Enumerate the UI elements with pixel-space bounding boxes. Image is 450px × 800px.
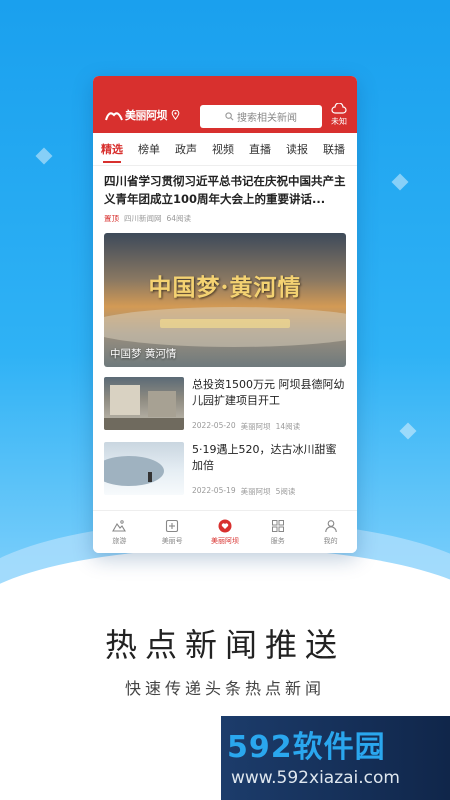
- list-item[interactable]: 总投资1500万元 阿坝县德阿幼儿园扩建项目开工 2022-05-20 美丽阿坝…: [104, 377, 346, 432]
- category-tabs: 精选 榜单 政声 视频 直播 读报 联播: [93, 133, 357, 166]
- weather-widget[interactable]: 未知: [327, 103, 351, 127]
- news-thumbnail: [104, 442, 184, 495]
- news-meta: 2022-05-20 美丽阿坝 14阅读: [192, 421, 346, 432]
- featured-banner[interactable]: 中国梦·黄河情 中国梦 黄河情: [104, 233, 346, 367]
- pinned-badge: 置顶: [104, 214, 119, 223]
- tab-jingxuan[interactable]: 精选: [101, 141, 123, 163]
- headline-meta: 置顶 四川新闻网 64阅读: [104, 213, 346, 224]
- news-meta: 2022-05-19 美丽阿坝 5阅读: [192, 486, 346, 497]
- search-input[interactable]: 搜索相关新闻: [200, 105, 322, 128]
- list-item[interactable]: 5·19遇上520，达古冰川甜蜜加倍 2022-05-19 美丽阿坝 5阅读: [104, 442, 346, 497]
- nav-label: 服务: [270, 536, 285, 545]
- phone-screen: 美丽阿坝 搜索相关新闻 未知 精选 榜单 政声 视频 直播 读报 联播 四川省学…: [93, 76, 357, 553]
- nav-item-meiliaba[interactable]: 美丽阿坝: [199, 511, 252, 553]
- heart-icon: [218, 519, 232, 532]
- tab-lianbo[interactable]: 联播: [323, 141, 345, 157]
- watermark-brand: 592软件园: [227, 730, 386, 765]
- grid-icon: [271, 519, 284, 532]
- bottom-nav: 旅游 美丽号 美丽阿坝 服务 我的: [93, 510, 357, 553]
- news-body: 5·19遇上520，达古冰川甜蜜加倍 2022-05-19 美丽阿坝 5阅读: [192, 442, 346, 497]
- diamond-decoration: [35, 147, 53, 165]
- tab-shipin[interactable]: 视频: [212, 141, 234, 157]
- headline-reads: 64阅读: [166, 214, 192, 223]
- banner-caption: 中国梦 黄河情: [110, 348, 177, 360]
- search-icon: [225, 112, 234, 121]
- logo-icon: [105, 112, 123, 121]
- news-thumbnail: [104, 377, 184, 430]
- news-title: 总投资1500万元 阿坝县德阿幼儿园扩建项目开工: [192, 378, 345, 407]
- user-icon: [324, 519, 337, 532]
- plus-box-icon: [166, 519, 179, 532]
- headline-title: 四川省学习贯彻习近平总书记在庆祝中国共产主义青年团成立100周年大会上的重要讲话…: [104, 174, 346, 206]
- headline-source: 四川新闻网: [124, 214, 162, 223]
- nav-item-wode[interactable]: 我的: [304, 511, 357, 553]
- promo-title: 热点新闻推送: [104, 626, 345, 664]
- news-reads: 5阅读: [275, 487, 296, 496]
- news-reads: 14阅读: [275, 422, 301, 431]
- news-date: 2022-05-19: [192, 486, 236, 495]
- news-title: 5·19遇上520，达古冰川甜蜜加倍: [192, 443, 337, 472]
- search-placeholder: 搜索相关新闻: [237, 113, 297, 124]
- site-watermark: 592软件园 www.592xiazai.com: [221, 716, 450, 800]
- tab-zhibo[interactable]: 直播: [249, 141, 271, 157]
- nav-label: 美丽阿坝: [210, 536, 239, 545]
- headline-article[interactable]: 四川省学习贯彻习近平总书记在庆祝中国共产主义青年团成立100周年大会上的重要讲话…: [93, 166, 357, 224]
- nav-label: 旅游: [112, 536, 127, 545]
- weather-text: 未知: [331, 117, 347, 126]
- nav-item-meilihao[interactable]: 美丽号: [146, 511, 199, 553]
- diamond-decoration: [399, 422, 417, 440]
- banner-art-text: 中国梦·黄河情: [148, 274, 302, 301]
- diamond-decoration: [391, 173, 409, 191]
- promo-subtitle: 快速传递头条热点新闻: [124, 679, 325, 698]
- news-date: 2022-05-20: [192, 421, 236, 430]
- nav-item-fuwu[interactable]: 服务: [251, 511, 304, 553]
- tab-dubao[interactable]: 读报: [286, 141, 308, 157]
- tab-bangdan[interactable]: 榜单: [138, 141, 160, 157]
- nav-label: 美丽号: [161, 536, 183, 545]
- tab-zhengsheng[interactable]: 政声: [175, 141, 197, 157]
- mountain-icon: [112, 519, 127, 532]
- app-header: 美丽阿坝 搜索相关新闻 未知: [93, 76, 357, 133]
- news-body: 总投资1500万元 阿坝县德阿幼儿园扩建项目开工 2022-05-20 美丽阿坝…: [192, 377, 346, 432]
- location-icon[interactable]: [171, 110, 180, 120]
- news-source: 美丽阿坝: [240, 487, 271, 496]
- watermark-url: www.592xiazai.com: [231, 768, 400, 788]
- news-source: 美丽阿坝: [240, 422, 271, 431]
- app-logo[interactable]: 美丽阿坝: [105, 107, 180, 123]
- banner-subline: [160, 319, 290, 328]
- logo-text: 美丽阿坝: [125, 109, 168, 122]
- nav-item-lvyou[interactable]: 旅游: [93, 511, 146, 553]
- cloud-icon: [331, 103, 347, 114]
- nav-label: 我的: [323, 536, 338, 545]
